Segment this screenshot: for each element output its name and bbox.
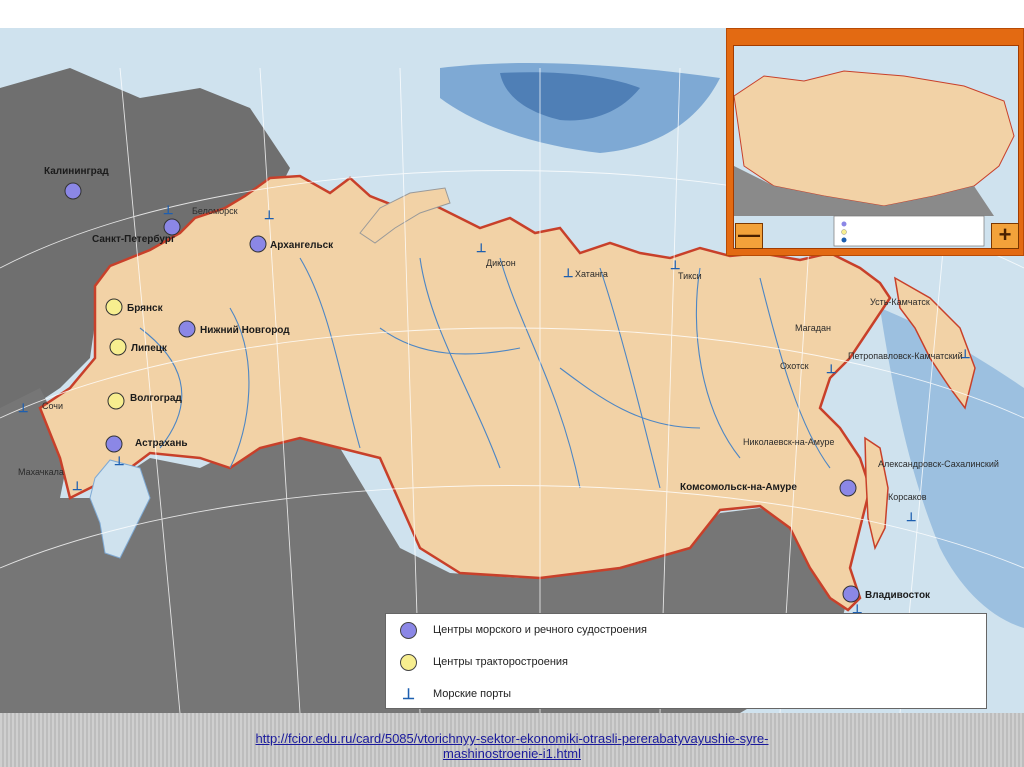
shipbuilding-dot-icon [400, 621, 417, 639]
label-lipetsk: Липецк [131, 343, 168, 354]
overview-inset: — + [726, 28, 1024, 256]
label-ust-kamchatsk: Усть-Камчатск [870, 297, 930, 307]
label-kaliningrad: Калининград [44, 166, 109, 177]
overview-legend-dot [841, 229, 847, 235]
label-okhotsk: Охотск [780, 361, 809, 371]
source-link-line1[interactable]: http://fcior.edu.ru/card/5085/vtorichnyy… [0, 731, 1024, 746]
legend-shipbuilding-text: Центры морского и речного судостроения [433, 624, 647, 636]
port-anchor-icon[interactable]: ⊥ [264, 208, 274, 222]
label-aleksandrovsk: Александровск-Сахалинский [878, 459, 999, 469]
label-dikson: Диксон [486, 258, 516, 268]
label-astrakhan: Астрахань [135, 438, 188, 449]
port-anchor-icon[interactable]: ⊥ [670, 258, 680, 272]
legend-row-shipbuilding: Центры морского и речного судостроения [400, 619, 647, 641]
port-anchor-icon[interactable]: ⊥ [826, 362, 836, 376]
label-nizhny-novgorod: Нижний Новгород [200, 325, 290, 336]
port-anchor-icon[interactable]: ⊥ [114, 454, 124, 468]
port-anchor-icon[interactable]: ⊥ [163, 203, 173, 217]
port-anchor-icon[interactable]: ⊥ [72, 479, 82, 493]
overview-map[interactable] [733, 45, 1019, 249]
tractor-bryansk[interactable] [105, 298, 123, 316]
label-nikolaevsk: Николаевск-на-Амуре [743, 437, 834, 447]
shipbuilding-vladivostok[interactable] [842, 585, 860, 603]
label-volgograd: Волгоград [130, 393, 182, 404]
overview-russia [734, 70, 1015, 207]
label-arkhangelsk: Архангельск [270, 240, 334, 251]
map-legend: Центры морского и речного судостроения Ц… [385, 613, 987, 709]
shipbuilding-arkhangelsk[interactable] [249, 235, 267, 253]
overview-map-canvas [734, 46, 1018, 248]
shipbuilding-astrakhan[interactable] [105, 435, 123, 453]
shipbuilding-nizhny-novgorod[interactable] [178, 320, 196, 338]
legend-tractor-text: Центры тракторостроения [433, 656, 568, 668]
legend-row-tractor: Центры тракторостроения [400, 651, 568, 673]
legend-ports-text: Морские порты [433, 688, 512, 700]
shipbuilding-saint-petersburg[interactable] [163, 218, 181, 236]
label-belomorsk: Беломорск [192, 206, 238, 216]
label-komsomolsk: Комсомольск-на-Амуре [680, 482, 797, 493]
port-anchor-icon[interactable]: ⊥ [18, 401, 28, 415]
source-link[interactable]: http://fcior.edu.ru/card/5085/vtorichnyy… [0, 731, 1024, 761]
label-saint-petersburg: Санкт-Петербург [92, 233, 175, 245]
zoom-out-button[interactable]: — [735, 223, 763, 249]
label-petropavlovsk: Петропавловск-Камчатский [848, 351, 963, 361]
label-sochi: Сочи [42, 401, 63, 411]
tractor-lipetsk[interactable] [109, 338, 127, 356]
zoom-in-button[interactable]: + [991, 223, 1019, 249]
label-tiksi: Тикси [678, 271, 702, 281]
anchor-icon: ⊥ [401, 686, 416, 703]
port-anchor-icon[interactable]: ⊥ [906, 510, 916, 524]
shipbuilding-kaliningrad[interactable] [64, 182, 82, 200]
label-makhachkala: Махачкала [18, 467, 64, 477]
label-bryansk: Брянск [127, 303, 164, 314]
shipbuilding-komsomolsk[interactable] [839, 479, 857, 497]
legend-row-ports: ⊥ Морские порты [400, 683, 511, 705]
label-khatanga: Хатанга [575, 269, 608, 279]
label-vladivostok: Владивосток [865, 590, 931, 601]
source-link-line2[interactable]: mashinostroenie-i1.html [0, 746, 1024, 761]
tractor-dot-icon [400, 653, 417, 671]
overview-legend-dot [841, 221, 847, 227]
overview-legend-dot [841, 237, 847, 243]
label-korsakov: Корсаков [888, 492, 927, 502]
overview-legend [833, 215, 985, 247]
tractor-volgograd[interactable] [107, 392, 125, 410]
label-magadan: Магадан [795, 323, 831, 333]
port-anchor-icon[interactable]: ⊥ [563, 266, 573, 280]
port-anchor-icon[interactable]: ⊥ [476, 241, 486, 255]
